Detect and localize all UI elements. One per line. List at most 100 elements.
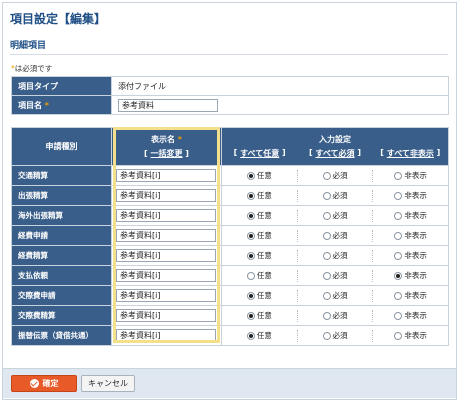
radio-optional[interactable]: 任意 — [246, 270, 272, 281]
all-optional-link[interactable]: すべて任意 — [240, 148, 279, 159]
confirm-button[interactable]: 確定 — [11, 375, 77, 392]
display-name-input[interactable]: 参考資料[i] — [116, 209, 216, 222]
radio-hidden[interactable]: 非表示 — [394, 270, 427, 281]
row-input-setting: 任意 必須 非表示 — [221, 285, 449, 306]
row-type-label: 交通精算 — [11, 165, 112, 186]
radio-optional[interactable]: 任意 — [246, 250, 272, 261]
radio-optional[interactable]: 任意 — [246, 170, 272, 181]
radio-required[interactable]: 必須 — [322, 270, 348, 281]
display-name-input[interactable]: 参考資料[i] — [116, 249, 216, 262]
radio-button[interactable] — [246, 251, 255, 260]
table-row: 振替伝票（貸借共通） 参考資料[i] 任意 必須 非表示 — [11, 325, 449, 346]
radio-button[interactable] — [394, 251, 403, 260]
table-row: 経費精算 参考資料[i] 任意 必須 非表示 — [11, 245, 449, 266]
radio-label: 任意 — [256, 271, 272, 280]
radio-button[interactable] — [246, 291, 255, 300]
radio-button[interactable] — [394, 231, 403, 240]
display-name-input[interactable]: 参考資料[i] — [116, 189, 216, 202]
row-type-label: 経費精算 — [11, 245, 112, 266]
required-mark: * — [44, 100, 49, 110]
display-name-input[interactable]: 参考資料[i] — [116, 289, 216, 302]
radio-required[interactable]: 必須 — [322, 170, 348, 181]
radio-required[interactable]: 必須 — [322, 190, 348, 201]
radio-hidden[interactable]: 非表示 — [394, 290, 427, 301]
radio-button[interactable] — [322, 291, 331, 300]
display-name-input[interactable]: 参考資料[i] — [116, 329, 216, 342]
radio-hidden[interactable]: 非表示 — [394, 210, 427, 221]
radio-label: 任意 — [256, 331, 272, 340]
radio-button[interactable] — [246, 271, 255, 280]
display-name-input[interactable]: 参考資料[i] — [116, 229, 216, 242]
radio-required[interactable]: 必須 — [322, 210, 348, 221]
required-note-text: は必須です — [14, 64, 53, 73]
radio-label: 非表示 — [404, 331, 427, 340]
radio-required[interactable]: 必須 — [322, 310, 348, 321]
radio-button[interactable] — [394, 311, 403, 320]
type-label: 項目タイプ — [11, 76, 112, 96]
radio-button[interactable] — [246, 211, 255, 220]
radio-button[interactable] — [246, 311, 255, 320]
cancel-button[interactable]: キャンセル — [81, 375, 135, 392]
item-name-input[interactable]: 参考資料 — [118, 98, 218, 112]
col-type-header: 申請種別 — [11, 127, 112, 166]
radio-label: 必須 — [332, 311, 348, 320]
radio-button[interactable] — [246, 171, 255, 180]
radio-label: 任意 — [256, 171, 272, 180]
row-input-setting: 任意 必須 非表示 — [221, 305, 449, 326]
all-required-link[interactable]: すべて必須 — [315, 148, 354, 159]
radio-hidden[interactable]: 非表示 — [394, 310, 427, 321]
radio-hidden[interactable]: 非表示 — [394, 230, 427, 241]
radio-button[interactable] — [246, 231, 255, 240]
radio-button[interactable] — [394, 191, 403, 200]
radio-required[interactable]: 必須 — [322, 250, 348, 261]
radio-button[interactable] — [322, 271, 331, 280]
row-name-cell: 参考資料[i] — [111, 225, 222, 246]
radio-button[interactable] — [322, 231, 331, 240]
radio-optional[interactable]: 任意 — [246, 310, 272, 321]
row-name-cell: 参考資料[i] — [111, 165, 222, 186]
radio-button[interactable] — [322, 311, 331, 320]
radio-optional[interactable]: 任意 — [246, 230, 272, 241]
bulk-change-link[interactable]: 一括変更 — [151, 149, 183, 158]
table-row: 交通精算 参考資料[i] 任意 必須 非表示 — [11, 165, 449, 186]
radio-button[interactable] — [322, 251, 331, 260]
radio-label: 非表示 — [404, 231, 427, 240]
row-input-setting: 任意 必須 非表示 — [221, 205, 449, 226]
name-value-cell: 参考資料 — [111, 95, 449, 115]
radio-optional[interactable]: 任意 — [246, 210, 272, 221]
radio-button[interactable] — [322, 171, 331, 180]
radio-button[interactable] — [322, 331, 331, 340]
radio-hidden[interactable]: 非表示 — [394, 190, 427, 201]
all-hidden-link[interactable]: すべて非表示 — [387, 148, 434, 159]
radio-optional[interactable]: 任意 — [246, 190, 272, 201]
radio-button[interactable] — [394, 331, 403, 340]
radio-required[interactable]: 必須 — [322, 230, 348, 241]
radio-optional[interactable]: 任意 — [246, 330, 272, 341]
radio-hidden[interactable]: 非表示 — [394, 330, 427, 341]
row-type-label: 支払依頼 — [11, 265, 112, 286]
display-name-input[interactable]: 参考資料[i] — [116, 169, 216, 182]
radio-label: 任意 — [256, 191, 272, 200]
col-input-header: 入力設定 [ すべて任意 ] [ すべて必須 ] [ すべて非表示 ] — [221, 127, 449, 166]
radio-label: 非表示 — [404, 171, 427, 180]
radio-button[interactable] — [246, 331, 255, 340]
radio-required[interactable]: 必須 — [322, 290, 348, 301]
radio-hidden[interactable]: 非表示 — [394, 170, 427, 181]
row-name-cell: 参考資料[i] — [111, 325, 222, 346]
header-row: 申請種別 表示名 * [ 一括変更 ] 入力設定 [ すべて任意 ] [ すべて… — [11, 127, 449, 166]
display-name-input[interactable]: 参考資料[i] — [116, 309, 216, 322]
display-name-input[interactable]: 参考資料[i] — [116, 269, 216, 282]
table-row: 交際費精算 参考資料[i] 任意 必須 非表示 — [11, 305, 449, 326]
radio-required[interactable]: 必須 — [322, 330, 348, 341]
radio-button[interactable] — [394, 171, 403, 180]
radio-button[interactable] — [394, 271, 403, 280]
radio-optional[interactable]: 任意 — [246, 290, 272, 301]
radio-label: 必須 — [332, 211, 348, 220]
radio-button[interactable] — [322, 211, 331, 220]
radio-button[interactable] — [246, 191, 255, 200]
radio-button[interactable] — [394, 291, 403, 300]
check-icon — [29, 379, 39, 388]
radio-button[interactable] — [322, 191, 331, 200]
radio-hidden[interactable]: 非表示 — [394, 250, 427, 261]
radio-button[interactable] — [394, 211, 403, 220]
